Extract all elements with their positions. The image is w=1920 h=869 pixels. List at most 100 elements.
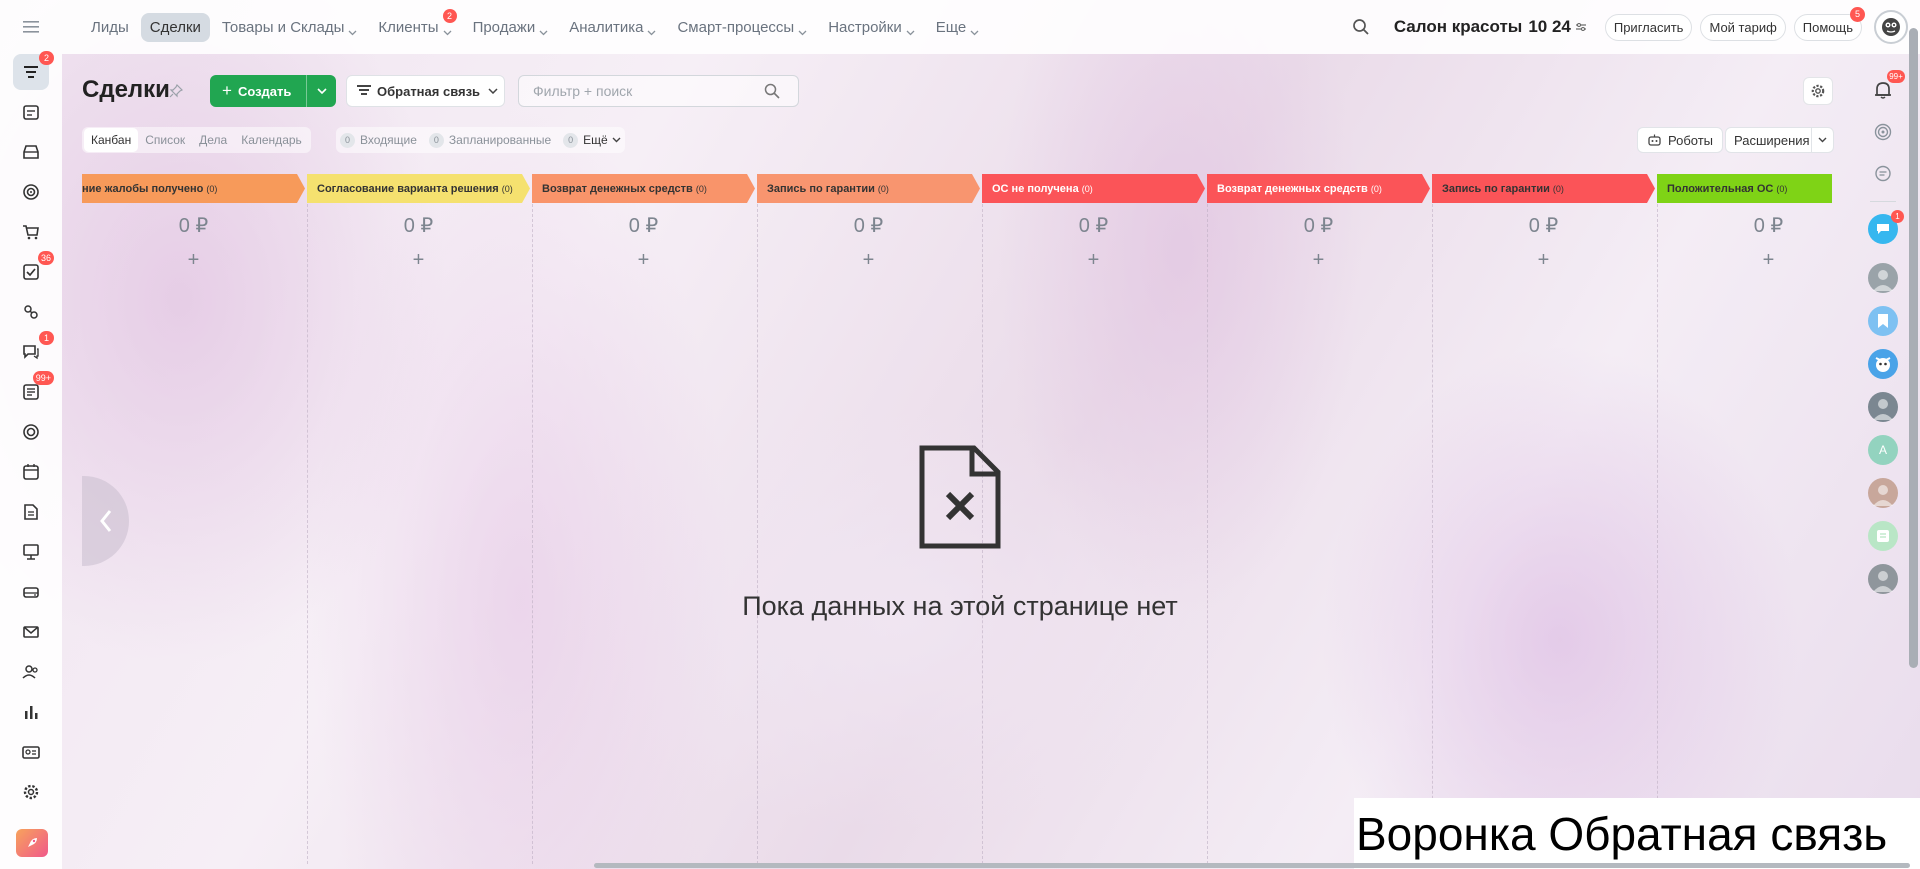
stage-sum: 0 ₽ — [1303, 215, 1334, 237]
view-tab[interactable]: Календарь — [234, 128, 309, 152]
counter-item[interactable]: 0 Входящие — [340, 132, 417, 148]
pipeline-selector[interactable]: Обратная связь — [346, 75, 505, 107]
add-deal-button[interactable]: + — [532, 246, 755, 274]
sidebar-item-document[interactable] — [13, 494, 49, 530]
view-tab[interactable]: Канбан — [84, 128, 139, 152]
horizontal-scrollbar[interactable] — [594, 863, 1910, 868]
sidebar-item-mail[interactable] — [13, 614, 49, 650]
robots-button[interactable]: Роботы — [1637, 127, 1724, 153]
photo-avatar-icon — [1868, 478, 1898, 508]
stage-sum: 0 ₽ — [1753, 215, 1784, 237]
filter-funnel-icon — [22, 63, 40, 81]
sidebar-item-contacts[interactable] — [13, 654, 49, 690]
topnav-item[interactable]: Клиенты 2 — [369, 8, 460, 42]
sidebar-item-calendar-list[interactable] — [13, 94, 49, 130]
topnav-item[interactable]: Аналитика — [560, 13, 665, 42]
clock-settings-icon[interactable] — [1575, 21, 1587, 33]
sidebar-item-automation[interactable] — [13, 294, 49, 330]
kanban-settings-button[interactable] — [1803, 77, 1833, 105]
company-name[interactable]: Салон красоты — [1394, 17, 1523, 37]
empty-state-text: Пока данных на этой странице нет — [742, 591, 1178, 621]
filter-search[interactable] — [518, 75, 799, 107]
counter-item[interactable]: 0 Запланированные — [428, 132, 551, 148]
add-deal-button[interactable]: + — [1207, 246, 1430, 274]
help-badge: 5 — [1850, 6, 1865, 22]
sidebar-item-bar-chart[interactable] — [13, 694, 49, 730]
recent-chat-avatar[interactable] — [1868, 263, 1898, 293]
add-deal-button[interactable]: + — [1432, 246, 1655, 274]
extensions-button[interactable]: Расширения — [1725, 127, 1834, 153]
photo-avatar-icon — [1868, 564, 1898, 594]
stage-header[interactable]: Согласование варианта решения (0) — [307, 174, 530, 203]
chat-search-icon[interactable] — [1867, 158, 1899, 190]
stage-header[interactable]: Возврат денежных средств (0) — [1207, 174, 1430, 203]
stage-header[interactable]: Возврат денежных средств (0) — [532, 174, 755, 203]
sidebar-item-news-feed[interactable]: 99+ — [13, 371, 54, 410]
sidebar-item-id-card[interactable] — [13, 734, 49, 770]
topnav-item[interactable]: Настройки — [819, 13, 924, 42]
sidebar-item-presentation[interactable] — [13, 534, 49, 570]
topnav-label: Аналитика — [569, 18, 644, 36]
topnav-item[interactable]: Еще — [927, 13, 989, 42]
add-deal-button[interactable]: + — [82, 246, 305, 274]
view-tab[interactable]: Дела — [192, 128, 234, 152]
sidebar-item-hard-drive[interactable] — [13, 574, 49, 610]
chevron-down-icon — [443, 23, 452, 35]
recent-chat-avatar[interactable] — [1868, 349, 1898, 379]
sidebar-item-task-check[interactable]: 36 — [13, 251, 54, 290]
sidebar-item-settings-gear[interactable] — [13, 774, 49, 810]
open-channel-chat-icon[interactable]: 1 — [1868, 210, 1904, 244]
stage-header[interactable]: Запись по гарантии (0) — [1432, 174, 1655, 203]
copilot-spiral-icon[interactable] — [1867, 116, 1899, 148]
topnav-item[interactable]: Сделки — [140, 12, 210, 42]
add-deal-button[interactable]: + — [757, 246, 980, 274]
stage-count: (0) — [1370, 183, 1382, 194]
sidebar-item-chat-bubbles[interactable]: 1 — [13, 331, 54, 370]
stage-header[interactable]: Положительная ОС (0) — [1657, 174, 1832, 203]
sidebar-item-filter-funnel[interactable]: 2 — [13, 51, 54, 90]
add-deal-button[interactable]: + — [307, 246, 530, 274]
extensions-dropdown[interactable] — [1811, 128, 1833, 152]
stage-sum: 0 ₽ — [628, 215, 659, 237]
sidebar-item-shopping-cart[interactable] — [13, 214, 49, 250]
stage-header[interactable]: ние жалобы получено (0) — [82, 174, 305, 203]
recent-chat-avatar[interactable] — [1868, 564, 1898, 594]
rocket-icon[interactable] — [16, 829, 48, 857]
topnav-item[interactable]: Товары и Склады — [213, 13, 367, 42]
help-button[interactable]: Помощь 5 — [1793, 6, 1865, 41]
topnav-item[interactable]: Смарт-процессы — [668, 13, 816, 42]
help-label: Помощь — [1802, 19, 1853, 35]
more-counters-button[interactable]: 0 Ещё — [563, 132, 621, 148]
search-icon[interactable] — [764, 83, 780, 99]
notifications-bell-icon[interactable]: 99+ — [1867, 70, 1905, 106]
pin-icon[interactable] — [169, 83, 184, 103]
user-avatar[interactable] — [1874, 10, 1908, 44]
recent-chat-avatar[interactable] — [1868, 306, 1898, 336]
topnav-item[interactable]: Лиды — [82, 13, 138, 42]
search-icon[interactable] — [1352, 18, 1370, 36]
stage-header[interactable]: Запись по гарантии (0) — [757, 174, 980, 203]
add-deal-button[interactable]: + — [982, 246, 1205, 274]
search-input[interactable] — [533, 83, 758, 99]
sidebar-item-target[interactable] — [13, 174, 49, 210]
sidebar-item-inbox-box[interactable] — [13, 134, 49, 170]
add-deal-button[interactable]: + — [1657, 246, 1832, 274]
vertical-scrollbar[interactable] — [1909, 28, 1918, 668]
create-main[interactable]: + Создать — [210, 75, 306, 107]
view-tab[interactable]: Список — [138, 128, 192, 152]
my-tariff-button[interactable]: Мой тариф — [1700, 13, 1786, 41]
create-button[interactable]: + Создать — [210, 75, 336, 107]
sidebar-item-calendar[interactable] — [13, 454, 49, 490]
recent-chat-avatar[interactable] — [1868, 392, 1898, 422]
menu-burger-icon[interactable] — [0, 0, 62, 54]
create-dropdown[interactable] — [306, 75, 336, 107]
sidebar-item-lifebuoy[interactable] — [13, 414, 49, 450]
invite-button[interactable]: Пригласить — [1604, 13, 1693, 41]
recent-chat-avatar[interactable]: A — [1868, 435, 1898, 465]
recent-chat-avatar[interactable] — [1868, 478, 1898, 508]
top-navigation: Лиды Сделки Товары и Склады Клиенты 2 Продажи… — [82, 8, 991, 42]
topnav-item[interactable]: Продажи — [464, 13, 558, 42]
stage-header[interactable]: ОС не получена (0) — [982, 174, 1205, 203]
photo-avatar-icon — [1868, 392, 1898, 422]
recent-chat-avatar[interactable] — [1868, 521, 1898, 551]
